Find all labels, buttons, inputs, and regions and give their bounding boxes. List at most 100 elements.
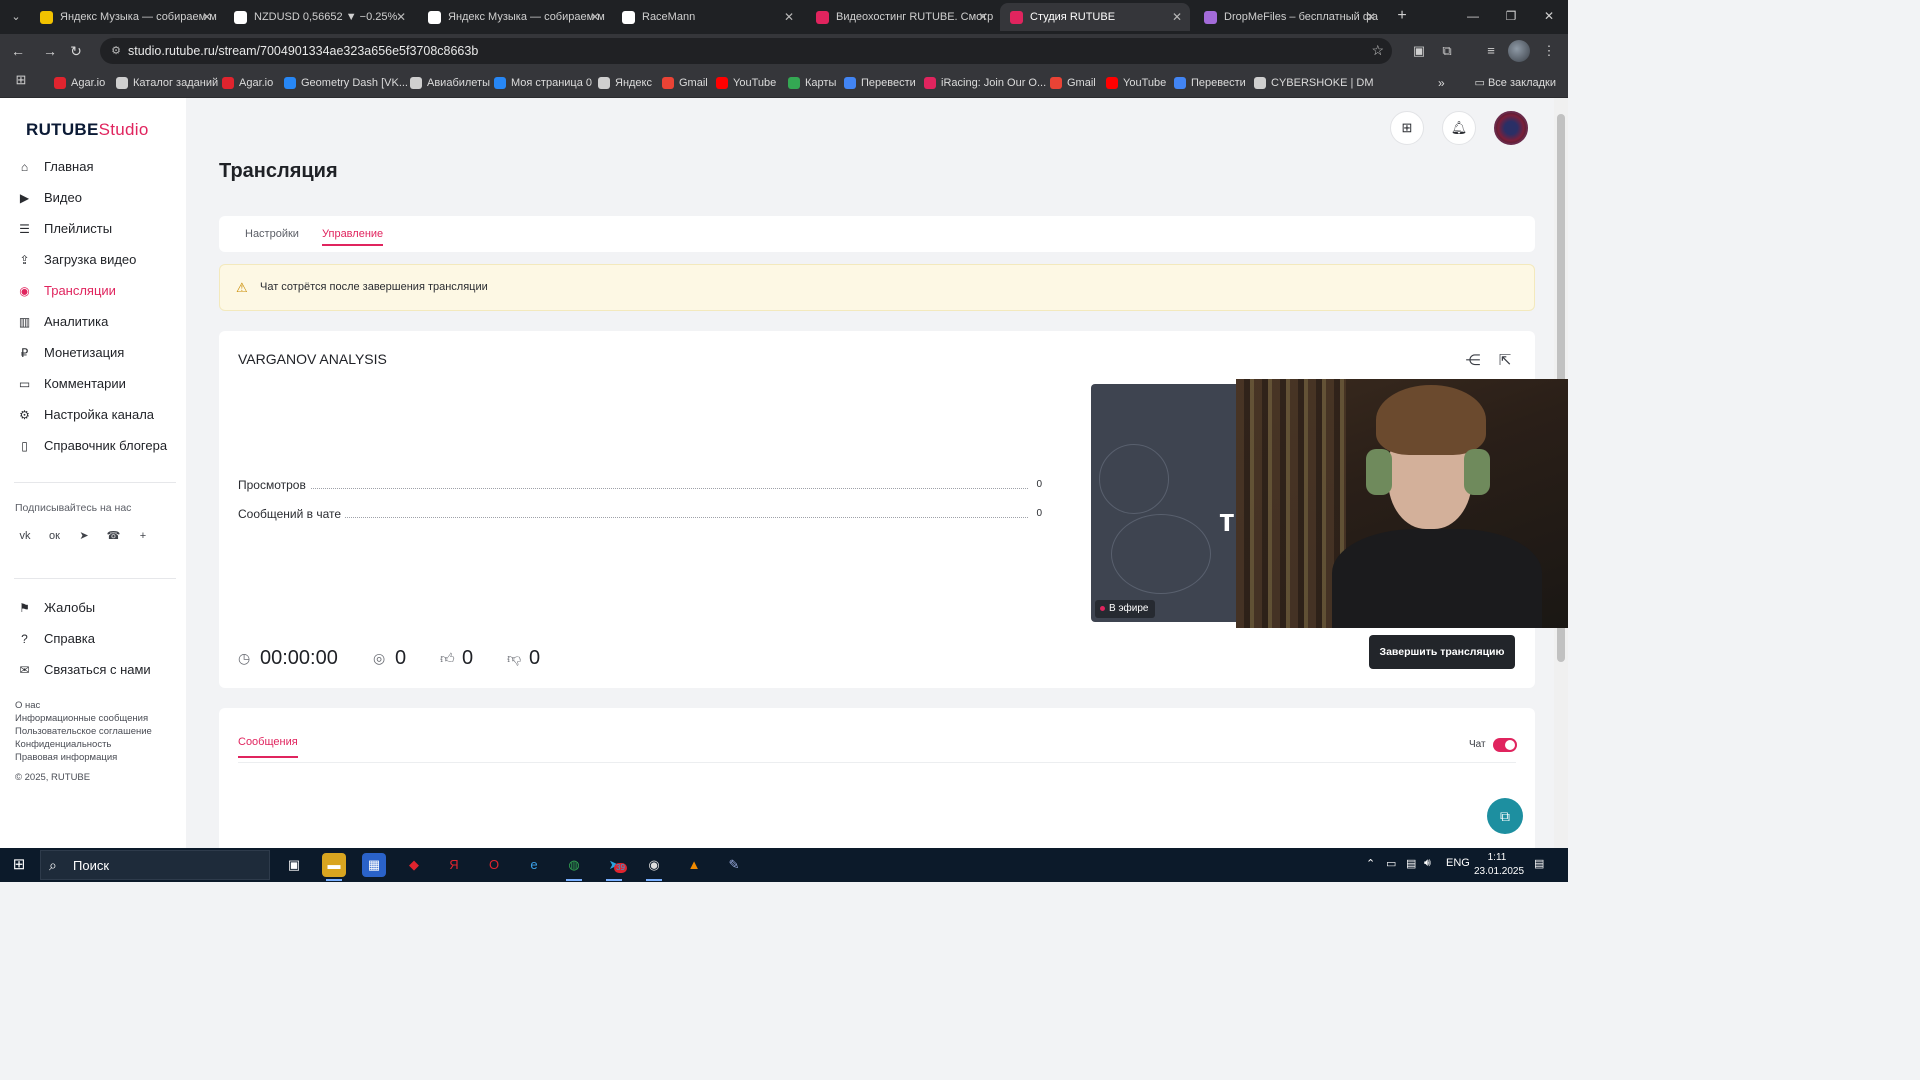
close-tab-icon[interactable]: ✕ <box>784 3 794 31</box>
close-window-icon[interactable]: ✕ <box>1534 6 1564 26</box>
end-stream-button[interactable]: Завершить трансляцию <box>1369 635 1515 669</box>
browser-tab[interactable]: NZDUSD 0,56652 ▼ −0.25% ✕ <box>224 3 414 31</box>
sidebar-item[interactable]: ? Справка <box>16 626 186 652</box>
network-icon[interactable]: ▤ <box>1406 857 1416 870</box>
chrome-icon[interactable]: ◍ <box>562 853 586 881</box>
footer-link[interactable]: Правовая информация <box>15 752 117 763</box>
stream-preview[interactable]: тр В эфире <box>1091 384 1241 622</box>
viber-icon[interactable]: ☎ <box>106 528 122 544</box>
sidebar-item[interactable]: ◉ Трансляции <box>16 278 186 304</box>
bookmark-item[interactable]: YouTube <box>716 74 776 92</box>
bookmark-item[interactable]: Карты <box>788 74 836 92</box>
sidebar-item[interactable]: ▥ Аналитика <box>16 309 186 335</box>
store-icon[interactable]: ▦ <box>362 853 386 877</box>
bookmark-item[interactable]: Яндекс <box>598 74 652 92</box>
address-bar[interactable]: ⚙ studio.rutube.ru/stream/7004901334ae32… <box>100 38 1392 64</box>
apps-grid-icon[interactable]: ⊞ <box>12 71 30 89</box>
edge-icon[interactable]: e <box>522 853 546 877</box>
sidebar-item[interactable]: ⇪ Загрузка видео <box>16 247 186 273</box>
yandex-browser-icon[interactable]: Я <box>442 853 466 877</box>
browser-tab[interactable]: Видеохостинг RUTUBE. Смотр ✕ <box>806 3 996 31</box>
volume-icon[interactable]: 🔊︎ <box>1424 857 1431 870</box>
bookmarks-more-button[interactable]: » <box>1438 74 1445 92</box>
file-explorer-icon[interactable]: ▬ <box>322 853 346 881</box>
bookmark-item[interactable]: iRacing: Join Our O... <box>924 74 1046 92</box>
chat-toggle[interactable] <box>1493 738 1517 752</box>
forward-icon[interactable]: → <box>40 41 60 61</box>
all-bookmarks-button[interactable]: ▭ Все закладки <box>1475 74 1556 92</box>
browser-profile-avatar[interactable] <box>1508 40 1530 62</box>
support-chat-button[interactable]: ⧉ <box>1487 798 1523 834</box>
obs-icon[interactable]: ◉ <box>642 853 666 881</box>
browser-tab[interactable]: Студия RUTUBE ✕ <box>1000 3 1190 31</box>
app-diamond-icon[interactable]: ◆ <box>402 853 426 877</box>
extensions-puzzle-icon[interactable]: ⧉ <box>1438 42 1456 60</box>
close-tab-icon[interactable]: ✕ <box>590 3 600 31</box>
windows-start-icon[interactable]: ⊞ <box>10 856 28 874</box>
browser-tab[interactable]: DropMeFiles – бесплатный фа ✕ <box>1194 3 1384 31</box>
bookmark-item[interactable]: Каталог заданий <box>116 74 218 92</box>
ok-icon[interactable]: ок <box>47 528 63 544</box>
notifications-center-icon[interactable]: ▤ <box>1534 857 1544 870</box>
bookmark-item[interactable]: Авиабилеты <box>410 74 490 92</box>
bookmark-star-icon[interactable]: ☆ <box>1371 42 1384 59</box>
footer-link[interactable]: Конфиденциальность <box>15 739 111 750</box>
tab-search-icon[interactable]: ⌄ <box>6 7 26 27</box>
vlc-icon[interactable]: ▲ <box>682 853 706 877</box>
browser-tab[interactable]: Яндекс Музыка — собираем м ✕ <box>30 3 220 31</box>
tab-settings[interactable]: Настройки <box>245 216 299 252</box>
sidebar-item[interactable]: ▭ Комментарии <box>16 371 186 397</box>
tray-app-icon[interactable]: ▭ <box>1386 857 1396 870</box>
bookmark-item[interactable]: Перевести <box>844 74 916 92</box>
close-tab-icon[interactable]: ✕ <box>1366 3 1376 31</box>
open-external-icon[interactable]: ⇱ <box>1495 351 1515 371</box>
site-info-icon[interactable]: ⚙ <box>108 43 124 59</box>
system-clock[interactable]: 1:11 23.01.2025 <box>1474 851 1524 879</box>
close-tab-icon[interactable]: ✕ <box>978 3 988 31</box>
telegram-icon[interactable]: ➤ <box>76 528 92 544</box>
media-control-icon[interactable]: ≡ <box>1482 42 1500 60</box>
paint-icon[interactable]: ✎ <box>722 853 746 877</box>
sidebar-item[interactable]: ▶ Видео <box>16 185 186 211</box>
taskbar-search[interactable]: ⌕ Поиск <box>40 850 270 880</box>
new-tab-button[interactable]: + <box>1392 6 1412 26</box>
footer-link[interactable]: Пользовательское соглашение <box>15 726 152 737</box>
sidebar-item[interactable]: ⚙ Настройка канала <box>16 402 186 428</box>
sidebar-item[interactable]: ₽ Монетизация <box>16 340 186 366</box>
close-tab-icon[interactable]: ✕ <box>1172 3 1182 31</box>
notifications-button[interactable]: 🔔︎ <box>1442 111 1476 145</box>
minimize-icon[interactable]: — <box>1458 6 1488 26</box>
browser-tab[interactable]: RaceMann ✕ <box>612 3 802 31</box>
browser-tab[interactable]: Яндекс Музыка — собираем м ✕ <box>418 3 608 31</box>
rutube-studio-logo[interactable]: RUTUBEStudio <box>26 120 149 140</box>
bookmark-item[interactable]: Agar.io <box>54 74 105 92</box>
plus-icon[interactable]: + <box>135 528 151 544</box>
footer-link[interactable]: О нас <box>15 700 40 711</box>
bookmark-item[interactable]: Моя страница 0 <box>494 74 592 92</box>
language-indicator[interactable]: ENG <box>1446 857 1470 869</box>
bookmark-item[interactable]: Gmail <box>1050 74 1096 92</box>
add-content-button[interactable]: ⊞ <box>1390 111 1424 145</box>
telegram-icon[interactable]: ➤39 <box>602 853 627 881</box>
sidebar-item[interactable]: ▯ Справочник блогера <box>16 433 186 459</box>
bookmark-item[interactable]: Agar.io <box>222 74 273 92</box>
back-icon[interactable]: ← <box>8 41 28 61</box>
footer-link[interactable]: Информационные сообщения <box>15 713 148 724</box>
tab-messages[interactable]: Сообщения <box>238 736 298 758</box>
bookmark-item[interactable]: Gmail <box>662 74 708 92</box>
restore-icon[interactable]: ❐ <box>1496 6 1526 26</box>
sidebar-item[interactable]: ⚑ Жалобы <box>16 595 186 621</box>
tray-overflow-icon[interactable]: ⌃ <box>1366 857 1375 870</box>
task-view-icon[interactable]: ▣ <box>282 853 306 877</box>
opera-icon[interactable]: O <box>482 853 506 877</box>
sidebar-item[interactable]: ☰ Плейлисты <box>16 216 186 242</box>
bookmark-item[interactable]: CYBERSHOKE | DM <box>1254 74 1374 92</box>
sidebar-item[interactable]: ✉ Связаться с нами <box>16 657 186 683</box>
user-avatar[interactable] <box>1494 111 1528 145</box>
vk-icon[interactable]: vk <box>17 528 33 544</box>
extension-icon[interactable]: ▣ <box>1410 42 1428 60</box>
bookmark-item[interactable]: YouTube <box>1106 74 1166 92</box>
reload-icon[interactable]: ↻ <box>66 41 86 61</box>
tab-management[interactable]: Управление <box>322 216 384 252</box>
browser-menu-icon[interactable]: ⋮ <box>1540 42 1558 60</box>
